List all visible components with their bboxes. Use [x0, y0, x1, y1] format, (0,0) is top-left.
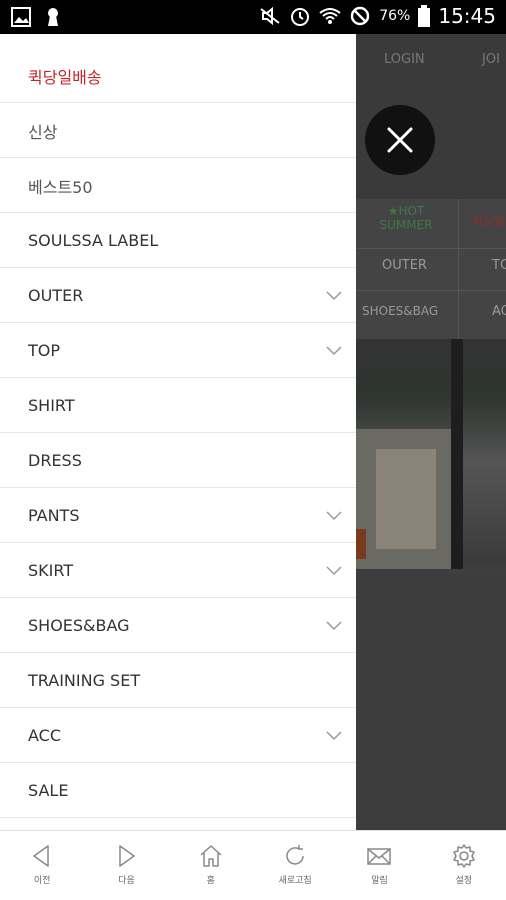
forward-label: 다음	[118, 876, 135, 886]
menu-item-label: SHOES&BAG	[28, 616, 130, 635]
menu-item-quick-delivery[interactable]: 퀵당일배송	[0, 49, 356, 103]
refresh-button[interactable]: 새로고침	[253, 831, 337, 900]
side-drawer-menu: 퀵당일배송 신상 베스트50 SOULSSA LABEL OUTER TOP S…	[0, 34, 356, 830]
hot-summer-link[interactable]: ★HOT SUMMER	[366, 204, 446, 232]
chevron-down-icon[interactable]	[326, 510, 342, 521]
battery-percent: 76%	[379, 8, 411, 24]
refresh-icon	[286, 845, 304, 865]
menu-item-label: 신상	[28, 122, 58, 142]
back-label: 이전	[33, 876, 51, 886]
login-link[interactable]: LOGIN	[384, 52, 425, 67]
notification-label: 알림	[371, 876, 388, 886]
acc-link[interactable]: AC	[492, 304, 506, 319]
chevron-down-icon[interactable]	[326, 290, 342, 301]
outer-link[interactable]: OUTER	[382, 258, 427, 273]
settings-label: 설정	[455, 876, 473, 886]
chevron-down-icon[interactable]	[326, 730, 342, 741]
quick-link[interactable]: 퀵당일	[472, 212, 505, 229]
forward-button[interactable]: 다음	[84, 831, 168, 900]
close-menu-button[interactable]	[365, 105, 435, 175]
menu-item-pants[interactable]: PANTS	[0, 489, 356, 543]
block-icon	[350, 6, 370, 26]
gallery-icon	[11, 7, 31, 27]
keyhole-icon	[48, 8, 58, 26]
menu-item-label: SOULSSA LABEL	[28, 231, 159, 250]
menu-item-outer[interactable]: OUTER	[0, 269, 356, 323]
battery-icon	[418, 5, 431, 27]
clock: 15:45	[438, 4, 496, 28]
menu-item-soulssa-label[interactable]: SOULSSA LABEL	[0, 214, 356, 268]
menu-item-top[interactable]: TOP	[0, 324, 356, 378]
menu-item-new[interactable]: 신상	[0, 104, 356, 158]
join-link[interactable]: JOI	[482, 52, 500, 67]
menu-item-label: TOP	[28, 341, 61, 360]
banner-image	[356, 339, 506, 830]
status-bar: 76% 15:45	[0, 0, 506, 34]
home-label: 홈	[206, 876, 215, 886]
back-button[interactable]: 이전	[0, 831, 84, 900]
menu-item-training-set[interactable]: TRAINING SET	[0, 654, 356, 708]
gear-icon	[453, 844, 475, 868]
chevron-down-icon[interactable]	[326, 345, 342, 356]
menu-item-label: OUTER	[28, 286, 84, 305]
menu-item-label: DRESS	[28, 451, 82, 470]
shoes-bag-link[interactable]: SHOES&BAG	[362, 304, 438, 318]
bottom-toolbar: 이전 다음 홈 새로고침 알림 설정	[0, 830, 506, 900]
home-button[interactable]: 홈	[169, 831, 253, 900]
forward-arrow-icon	[119, 845, 136, 867]
wifi-icon	[319, 8, 341, 24]
menu-item-dress[interactable]: DRESS	[0, 434, 356, 488]
menu-item-best50[interactable]: 베스트50	[0, 159, 356, 213]
menu-item-shirt[interactable]: SHIRT	[0, 379, 356, 433]
chevron-down-icon[interactable]	[326, 565, 342, 576]
mail-icon	[367, 848, 392, 865]
settings-button[interactable]: 설정	[422, 831, 506, 900]
mute-icon	[260, 6, 280, 26]
menu-item-label: SHIRT	[28, 396, 75, 415]
menu-item-label: 퀵당일배송	[28, 67, 102, 87]
top-link[interactable]: TO	[492, 258, 506, 273]
menu-item-label: PANTS	[28, 506, 80, 525]
menu-item-acc[interactable]: ACC	[0, 709, 356, 763]
menu-item-skirt[interactable]: SKIRT	[0, 544, 356, 598]
chevron-down-icon[interactable]	[326, 620, 342, 631]
menu-item-label: ACC	[28, 726, 62, 745]
refresh-label: 새로고침	[278, 876, 312, 886]
menu-item-label: TRAINING SET	[28, 671, 141, 690]
menu-item-label: SALE	[28, 781, 69, 800]
notification-button[interactable]: 알림	[337, 831, 421, 900]
close-icon	[387, 127, 413, 153]
alarm-icon	[291, 8, 310, 26]
back-arrow-icon	[33, 845, 49, 867]
home-icon	[200, 845, 222, 867]
menu-item-sale[interactable]: SALE	[0, 764, 356, 818]
menu-item-shoes-bag[interactable]: SHOES&BAG	[0, 599, 356, 653]
menu-item-label: 베스트50	[28, 177, 93, 197]
menu-item-label: SKIRT	[28, 561, 74, 580]
